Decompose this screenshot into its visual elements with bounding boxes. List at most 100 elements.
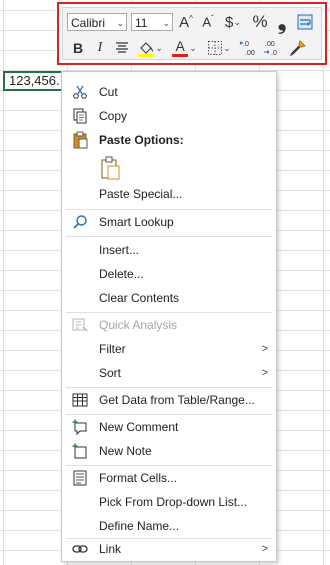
chevron-down-icon: ⌄	[116, 18, 124, 28]
increase-font-size-icon: A^	[179, 13, 193, 31]
cell-value: 123,456.	[9, 73, 60, 88]
menu-item-label: Define Name...	[99, 519, 180, 533]
increase-decimal-icon: .0 .00	[239, 41, 255, 57]
bold-icon: B	[72, 40, 84, 56]
menu-item-label: Clear Contents	[99, 291, 180, 305]
paste-option-button[interactable]	[97, 155, 123, 181]
menu-item-label: Paste Options:	[99, 133, 184, 147]
increase-font-size-button[interactable]: A^	[176, 12, 196, 32]
menu-item-get-data[interactable]: Get Data from Table/Range...	[62, 388, 276, 412]
font-name-value: Calibri	[71, 16, 106, 30]
chevron-right-icon: >	[261, 367, 268, 379]
borders-button[interactable]: ⌄	[204, 38, 234, 58]
decrease-font-size-button[interactable]: Aˇ	[198, 12, 218, 32]
paintbrush-icon	[289, 40, 306, 57]
menu-item-label: Filter	[99, 342, 126, 356]
accounting-format-button[interactable]: $ ⌄	[221, 12, 245, 32]
menu-item-label: Sort	[99, 366, 122, 380]
menu-item-link[interactable]: Link >	[62, 537, 276, 561]
menu-item-label: Link	[99, 542, 122, 556]
menu-item-new-comment[interactable]: New Comment	[62, 415, 276, 439]
chevron-down-icon: ⌄	[189, 42, 197, 53]
menu-item-label: New Comment	[99, 420, 179, 434]
italic-button[interactable]: I	[91, 38, 109, 58]
svg-text:.00: .00	[265, 41, 275, 48]
menu-item-label: Cut	[99, 85, 118, 99]
percent-style-button[interactable]: %	[250, 12, 270, 32]
menu-item-cut[interactable]: Cut	[62, 80, 276, 104]
menu-heading-paste-options: Paste Options:	[62, 128, 276, 152]
menu-item-pick-dropdown[interactable]: Pick From Drop-down List...	[62, 490, 276, 514]
mini-toolbar: Calibri ⌄ 11 ⌄ A^ Aˇ $ ⌄ % ❟ B I ⌄ A ⌄ ⌄…	[57, 2, 327, 65]
chevron-down-icon: ⌄	[162, 18, 170, 28]
menu-item-clear-contents[interactable]: Clear Contents	[62, 286, 276, 310]
menu-item-label: Pick From Drop-down List...	[99, 495, 248, 509]
paste-clipboard-icon	[101, 156, 120, 180]
font-color-icon: A	[171, 39, 189, 57]
font-color-button[interactable]: A ⌄	[169, 38, 199, 58]
comma-icon: ❟	[277, 9, 287, 34]
decrease-decimal-icon: .00 .0	[264, 41, 277, 57]
font-name-select[interactable]: Calibri ⌄	[67, 13, 127, 31]
menu-item-quick-analysis: Quick Analysis	[62, 313, 276, 337]
menu-item-smart-lookup[interactable]: Smart Lookup	[62, 210, 276, 234]
new-note-icon	[70, 441, 90, 461]
menu-item-label: Delete...	[99, 267, 144, 281]
wrap-text-button[interactable]	[295, 12, 315, 32]
decrease-font-size-icon: Aˇ	[202, 14, 214, 30]
font-size-value: 11	[135, 16, 148, 30]
menu-item-label: Paste Special...	[99, 187, 183, 201]
menu-item-define-name[interactable]: Define Name...	[62, 514, 276, 538]
fill-color-button[interactable]: ⌄	[135, 38, 165, 58]
percent-icon: %	[252, 12, 268, 31]
format-cells-icon	[70, 468, 90, 488]
copy-icon	[70, 106, 90, 126]
menu-item-label: Quick Analysis	[99, 318, 178, 332]
clipboard-icon	[70, 130, 90, 150]
center-align-button[interactable]	[113, 38, 131, 58]
dollar-icon: $	[225, 13, 234, 31]
scissors-icon	[70, 82, 90, 102]
chevron-down-icon: ⌄	[223, 42, 231, 53]
context-menu: Cut Copy Paste Options: Paste Special...…	[61, 71, 277, 562]
menu-item-delete[interactable]: Delete...	[62, 262, 276, 286]
italic-icon: I	[97, 40, 103, 55]
menu-item-label: New Note	[99, 444, 152, 458]
borders-icon	[208, 41, 223, 55]
chevron-right-icon: >	[261, 343, 268, 355]
menu-item-label: Format Cells...	[99, 471, 178, 485]
menu-item-label: Get Data from Table/Range...	[99, 393, 255, 407]
svg-text:.0: .0	[271, 50, 277, 57]
menu-item-filter[interactable]: Filter >	[62, 337, 276, 361]
chevron-down-icon: ⌄	[155, 42, 163, 53]
svg-text:.00: .00	[245, 50, 255, 57]
quick-analysis-icon	[70, 315, 90, 335]
comma-style-button[interactable]: ❟	[273, 9, 291, 34]
menu-item-format-cells[interactable]: Format Cells...	[62, 466, 276, 490]
menu-item-paste-special[interactable]: Paste Special...	[62, 182, 276, 206]
mini-toolbar-panel: Calibri ⌄ 11 ⌄ A^ Aˇ $ ⌄ % ❟ B I ⌄ A ⌄ ⌄…	[62, 7, 322, 60]
link-icon	[70, 539, 90, 559]
new-comment-icon	[70, 417, 90, 437]
menu-separator	[66, 236, 272, 237]
chevron-down-icon: ⌄	[233, 16, 241, 27]
increase-decimal-button[interactable]: .0 .00	[238, 38, 260, 58]
format-painter-button[interactable]	[287, 38, 309, 58]
menu-item-new-note[interactable]: New Note	[62, 439, 276, 463]
menu-item-label: Insert...	[99, 243, 140, 257]
font-size-select[interactable]: 11 ⌄	[131, 13, 173, 31]
align-center-icon	[116, 42, 128, 53]
search-icon	[70, 212, 90, 232]
wrap-text-icon	[297, 14, 313, 30]
svg-text:.0: .0	[243, 41, 249, 48]
table-icon	[70, 390, 90, 410]
menu-item-insert[interactable]: Insert...	[62, 238, 276, 262]
paint-bucket-icon	[138, 42, 155, 57]
bold-button[interactable]: B	[69, 38, 87, 58]
chevron-right-icon: >	[261, 543, 268, 555]
menu-item-copy[interactable]: Copy	[62, 104, 276, 128]
menu-item-label: Smart Lookup	[99, 215, 174, 229]
menu-item-label: Copy	[99, 109, 128, 123]
menu-item-sort[interactable]: Sort >	[62, 361, 276, 385]
decrease-decimal-button[interactable]: .00 .0	[262, 38, 284, 58]
